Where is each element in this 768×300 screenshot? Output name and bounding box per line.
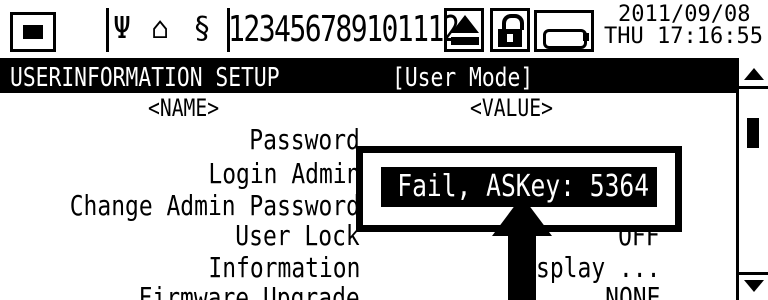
menu-button[interactable] [10, 12, 56, 52]
key-icon: § [193, 11, 212, 46]
usb-icon: Ψ [113, 11, 132, 46]
lock-icon[interactable] [490, 8, 530, 52]
storage-icon: ⌂ [151, 11, 170, 46]
status-icons: Ψ ⌂ § [106, 8, 230, 52]
scroll-up-icon[interactable] [744, 68, 764, 80]
upload-icon[interactable] [444, 8, 484, 52]
stop-icon [23, 25, 43, 39]
title-bar: USERINFORMATION SETUP [User Mode] [0, 61, 736, 93]
row-value: NONE [604, 281, 660, 300]
time-display: THU 17:16:55 [604, 24, 763, 49]
mode-label: [User Mode] [392, 63, 534, 93]
row-label: User Lock [235, 219, 360, 252]
date-display: 2011/09/08 [618, 2, 751, 27]
scroll-down-icon[interactable] [744, 280, 764, 292]
column-header-value: <VALUE> [470, 94, 553, 122]
channel-indicators[interactable]: 123456789101112 [228, 8, 460, 52]
pointer-arrow-icon [492, 196, 552, 236]
pointer-arrow-shaft [508, 234, 536, 300]
row-label: Password [249, 123, 360, 156]
settings-row-firmware-upgrade[interactable]: Firmware Upgrade NONE [0, 282, 736, 300]
battery-icon [534, 10, 594, 52]
row-label: Firmware Upgrade [138, 281, 360, 300]
scrollbar[interactable] [736, 58, 768, 300]
row-label: Change Admin Password [69, 189, 360, 222]
page-title: USERINFORMATION SETUP [10, 63, 280, 93]
column-header-name: <NAME> [148, 94, 220, 122]
row-label: Information [207, 251, 360, 284]
device-screen: Ψ ⌂ § 123456789101112 2011/09/08 THU 17:… [0, 0, 768, 300]
settings-row-information[interactable]: Information Display ... [0, 252, 736, 284]
status-bar: Ψ ⌂ § 123456789101112 2011/09/08 THU 17:… [0, 0, 768, 61]
scroll-thumb[interactable] [747, 118, 759, 148]
row-label: Login Admin [207, 157, 360, 190]
